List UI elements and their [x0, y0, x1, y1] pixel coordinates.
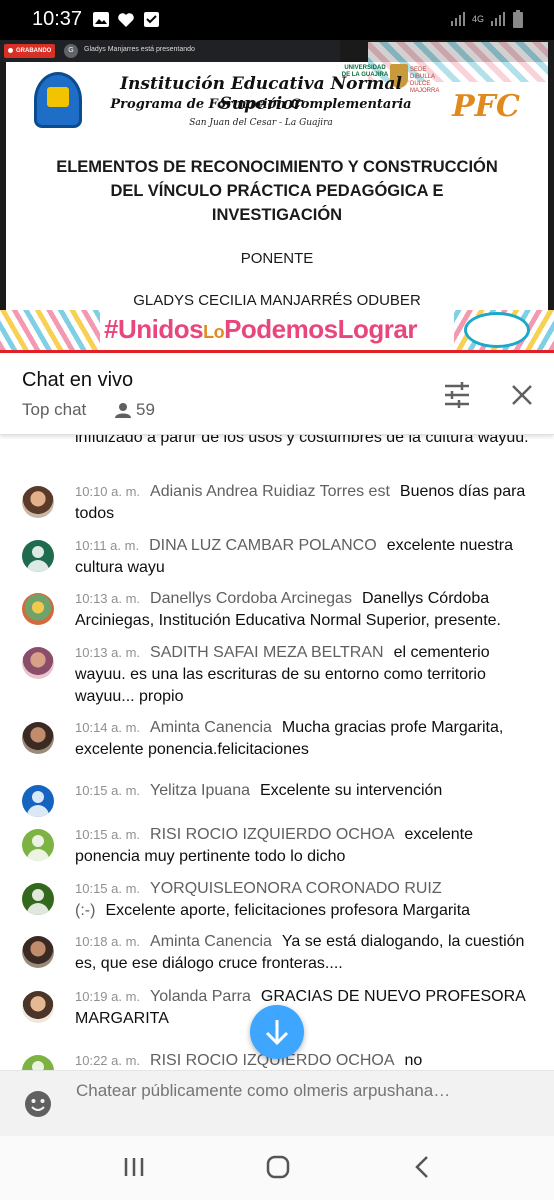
- chat-message-list[interactable]: influizado a partir de los usos y costum…: [0, 435, 554, 1070]
- program-title: Programa de Formación Complementaria: [110, 97, 412, 112]
- message-timestamp: 10:13 a. m.: [75, 645, 141, 660]
- message-author[interactable]: Danellys Cordoba Arcinegas: [150, 590, 352, 607]
- message-body: 10:18 a. m. Aminta Canencia Ya se está dia…: [75, 931, 530, 975]
- video-player[interactable]: GRABANDO G Gladys Manjarres está present…: [0, 40, 554, 353]
- gallery-icon: [93, 12, 109, 27]
- message-author[interactable]: RISI ROCIO IZQUIERDO OCHOA: [150, 826, 394, 843]
- chat-input-bar: Chatear públicamente como olmeris arpush…: [0, 1070, 554, 1136]
- avatar[interactable]: [22, 829, 54, 861]
- message-author[interactable]: Yolanda Parra: [150, 988, 251, 1005]
- arrow-down-icon: [265, 1020, 289, 1046]
- chat-message-input[interactable]: Chatear públicamente como olmeris arpush…: [76, 1079, 516, 1129]
- message-timestamp: 10:14 a. m.: [75, 720, 141, 735]
- message-text: no: [404, 1052, 423, 1069]
- message-timestamp: 10:10 a. m.: [75, 484, 141, 499]
- message-body: 10:13 a. m. Danellys Cordoba Arcinegas Dan…: [75, 588, 530, 632]
- cell-signal-icon: [491, 12, 505, 26]
- institution-city: San Juan del Cesar - La Guajira: [189, 118, 333, 128]
- system-nav-bar: [0, 1136, 554, 1200]
- status-time: 10:37: [32, 8, 83, 30]
- message-author[interactable]: Aminta Canencia: [150, 933, 272, 950]
- message-body: 10:11 a. m. DINA LUZ CAMBAR POLANCO excele…: [75, 535, 530, 579]
- message-author[interactable]: Yelitza Ipuana: [150, 782, 250, 799]
- back-icon[interactable]: [408, 1154, 438, 1180]
- partial-message-text: influizado a partir de los usos y costum…: [75, 435, 529, 446]
- avatar[interactable]: [22, 486, 54, 518]
- message-body: 10:15 a. m. Yelitza Ipuana Excelente su in…: [75, 780, 530, 802]
- message-text: Excelente su intervención: [259, 782, 443, 799]
- message-author[interactable]: SADITH SAFAI MEZA BELTRAN: [150, 644, 384, 661]
- banner-pattern-left: [0, 310, 100, 350]
- message-author[interactable]: Aminta Canencia: [150, 719, 272, 736]
- message-timestamp: 10:15 a. m.: [75, 881, 141, 896]
- emoji-icon[interactable]: [24, 1090, 52, 1118]
- status-right: 4G: [450, 10, 524, 28]
- chat-mode-selector[interactable]: Top chat: [22, 400, 86, 420]
- presenter-avatar: G: [64, 44, 78, 58]
- meet-top-bar: GRABANDO G Gladys Manjarres está present…: [0, 40, 340, 62]
- filter-settings-icon[interactable]: [442, 381, 472, 409]
- avatar[interactable]: [22, 1055, 54, 1070]
- pfc-logo: PFC: [452, 89, 520, 124]
- status-bar: 10:37 4G: [0, 0, 554, 40]
- message-body: 10:14 a. m. Aminta Canencia Mucha gracias …: [75, 717, 530, 761]
- presentation-slide: UNIVERSIDAD DE LA GUAJIRA SEDE DIBULLA D…: [6, 42, 548, 310]
- recent-apps-icon[interactable]: [120, 1154, 150, 1180]
- message-timestamp: 10:15 a. m.: [75, 783, 141, 798]
- ponente-name: GLADYS CECILIA MANJARRÉS ODUBER: [133, 292, 421, 309]
- avatar[interactable]: [22, 785, 54, 817]
- message-body: 10:10 a. m. Adianis Andrea Ruidiaz Torres…: [75, 481, 530, 525]
- banner-hashtag: #UnidosLoPodemosLograr: [104, 314, 417, 344]
- close-icon[interactable]: [508, 381, 536, 409]
- scroll-to-latest-button[interactable]: [250, 1005, 304, 1059]
- presenter-status: Gladys Manjarres está presentando: [84, 46, 195, 53]
- message-body: 10:13 a. m. SADITH SAFAI MEZA BELTRAN el c…: [75, 642, 530, 708]
- avatar[interactable]: [22, 936, 54, 968]
- campaign-logo: [464, 312, 530, 348]
- chat-title: Chat en vivo: [22, 369, 134, 391]
- viewer-count: 59: [114, 400, 155, 420]
- message-body: 10:15 a. m. RISI ROCIO IZQUIERDO OCHOA exc…: [75, 824, 530, 868]
- message-timestamp: 10:22 a. m.: [75, 1053, 141, 1068]
- message-timestamp: 10:15 a. m.: [75, 827, 141, 842]
- ponente-label: PONENTE: [240, 250, 314, 267]
- avatar[interactable]: [22, 540, 54, 572]
- hashtag-banner: #UnidosLoPodemosLograr: [0, 310, 554, 350]
- checkbox-icon: [144, 12, 159, 27]
- slide-title: ELEMENTOS DE RECONOCIMIENTO Y CONSTRUCCI…: [56, 158, 498, 224]
- sede-logo-text: SEDE DIBULLA DULCE MAJORRA: [410, 67, 440, 94]
- viewer-count-value: 59: [136, 400, 155, 419]
- wifi-signal-icon: [450, 12, 465, 26]
- message-timestamp: 10:13 a. m.: [75, 591, 141, 606]
- message-text: Ya se está dialogando, la cuestión es, q…: [75, 933, 525, 972]
- avatar[interactable]: [22, 647, 54, 679]
- home-icon[interactable]: [263, 1154, 293, 1180]
- battery-icon: [513, 10, 523, 28]
- avatar[interactable]: [22, 593, 54, 625]
- avatar[interactable]: [22, 722, 54, 754]
- avatar[interactable]: [22, 991, 54, 1023]
- heart-icon: [118, 13, 134, 27]
- message-timestamp: 10:11 a. m.: [75, 538, 140, 553]
- message-body: 10:15 a. m. YORQUISLEONORA CORONADO RUIZ …: [75, 878, 530, 922]
- chat-header: Chat en vivo Top chat 59: [0, 353, 554, 435]
- message-text: Excelente aporte, felicitaciones profeso…: [105, 902, 471, 919]
- avatar[interactable]: [22, 883, 54, 915]
- message-author[interactable]: DINA LUZ CAMBAR POLANCO: [149, 537, 377, 554]
- recording-badge: GRABANDO: [4, 44, 56, 58]
- person-icon: [115, 403, 131, 418]
- message-author[interactable]: Adianis Andrea Ruidiaz Torres est: [150, 483, 390, 500]
- message-timestamp: 10:18 a. m.: [75, 934, 141, 949]
- network-type: 4G: [471, 13, 484, 24]
- institution-logo: [34, 72, 82, 128]
- message-timestamp: 10:19 a. m.: [75, 989, 141, 1004]
